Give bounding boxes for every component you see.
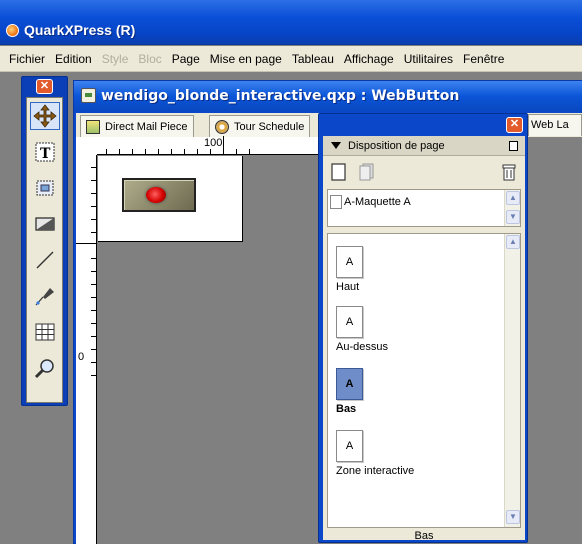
- menu-utilitaires[interactable]: Utilitaires: [399, 52, 458, 66]
- rectangle-box-tool[interactable]: [30, 210, 60, 238]
- current-page-status: Bas: [414, 530, 434, 542]
- page-label: Bas: [336, 403, 357, 415]
- tab-direct-mail-piece[interactable]: Direct Mail Piece: [80, 115, 194, 137]
- ruler-label-100: 100: [204, 137, 223, 149]
- page-sheet[interactable]: [98, 156, 243, 242]
- master-pages-list: A-Maquette A ▲ ▼: [327, 189, 521, 227]
- master-page-item[interactable]: A-Maquette A: [330, 195, 411, 209]
- page-layout-icon: [86, 119, 100, 134]
- tool-palette-body: T: [26, 97, 63, 403]
- palette-body: Disposition de page A-Maquette A ▲ ▼ A H…: [323, 136, 525, 542]
- close-icon[interactable]: ✕: [36, 79, 53, 94]
- clock-icon: [215, 119, 229, 134]
- picture-content-tool[interactable]: [30, 174, 60, 202]
- app-title: QuarkXPress (R): [24, 22, 136, 38]
- page-thumbnail: A: [336, 368, 363, 400]
- tab-label: Web La: [531, 119, 569, 131]
- horizontal-ruler[interactable]: 100: [97, 136, 332, 155]
- tab-tour-schedule[interactable]: Tour Schedule: [209, 115, 311, 137]
- app-window: QuarkXPress (R) Fichier Edition Style Bl…: [0, 0, 582, 544]
- page-item-au-dessus[interactable]: A Au-dessus: [336, 306, 388, 353]
- menu-fichier[interactable]: Fichier: [4, 52, 50, 66]
- tab-label: Tour Schedule: [234, 120, 305, 133]
- rectangle-icon: [35, 217, 55, 231]
- scroll-down-icon[interactable]: ▼: [506, 510, 520, 524]
- page-label: Haut: [336, 281, 360, 293]
- picture-icon: [36, 180, 54, 196]
- dock-icon[interactable]: [509, 141, 518, 151]
- page-thumbnail: A: [336, 246, 363, 278]
- menu-bar: Fichier Edition Style Bloc Page Mise en …: [0, 46, 582, 72]
- page-label: Au-dessus: [336, 341, 388, 353]
- move-arrows-icon: [33, 104, 57, 128]
- magnifier-icon: [34, 359, 54, 379]
- master-page-label: A-Maquette A: [344, 196, 411, 208]
- page-thumbnail: A: [336, 306, 363, 338]
- scroll-down-icon[interactable]: ▼: [506, 210, 520, 224]
- facing-pages-icon[interactable]: [357, 162, 377, 182]
- menu-fenetre[interactable]: Fenêtre: [458, 52, 509, 66]
- master-scrollbar[interactable]: ▲ ▼: [504, 190, 520, 226]
- quarkxpress-app-icon[interactable]: [6, 24, 19, 37]
- ruler-label-0: 0: [78, 351, 85, 363]
- bezier-pen-tool[interactable]: [30, 282, 60, 310]
- document-pages-list: A Haut A Au-dessus A Bas A Zone interact…: [327, 233, 521, 528]
- text-content-tool[interactable]: T: [30, 138, 60, 166]
- item-tool[interactable]: [30, 102, 60, 130]
- ruler-origin[interactable]: [76, 137, 97, 155]
- page-thumbnail: A: [336, 430, 363, 462]
- scroll-up-icon[interactable]: ▲: [506, 235, 520, 249]
- palette-toolbar: [323, 157, 525, 187]
- svg-text:T: T: [40, 146, 51, 162]
- tab-web-layout[interactable]: Web La: [528, 114, 582, 136]
- pen-icon: [35, 288, 54, 306]
- zoom-tool[interactable]: [30, 354, 60, 382]
- tab-label: Direct Mail Piece: [105, 120, 188, 133]
- menu-edition[interactable]: Edition: [50, 52, 97, 66]
- line-tool[interactable]: [30, 246, 60, 274]
- scroll-up-icon[interactable]: ▲: [506, 191, 520, 205]
- page-label: Zone interactive: [336, 465, 415, 477]
- text-icon: T: [35, 142, 55, 162]
- page-item-haut[interactable]: A Haut: [336, 246, 363, 293]
- pages-scrollbar[interactable]: ▲ ▼: [504, 234, 520, 527]
- palette-title: Disposition de page: [348, 139, 445, 152]
- menu-affichage[interactable]: Affichage: [339, 52, 399, 66]
- document-title-bar[interactable]: wendigo_blonde_interactive.qxp : WebButt…: [74, 81, 582, 111]
- tool-palette: ✕ T: [21, 76, 68, 406]
- menu-mise-en-page[interactable]: Mise en page: [205, 52, 287, 66]
- vertical-ruler[interactable]: 0: [76, 155, 97, 544]
- menu-page[interactable]: Page: [167, 52, 205, 66]
- menu-tableau[interactable]: Tableau: [287, 52, 339, 66]
- page-layout-palette: ✕ Disposition de page A-Maquette A ▲ ▼ A…: [318, 113, 528, 543]
- red-button-dot: [146, 187, 166, 203]
- line-icon: [36, 251, 54, 269]
- app-title-bar[interactable]: QuarkXPress (R): [0, 0, 582, 45]
- collapse-triangle-icon[interactable]: [331, 142, 341, 149]
- document-icon: [81, 88, 96, 103]
- close-icon[interactable]: ✕: [506, 117, 523, 133]
- master-page-thumbnail: [330, 195, 342, 209]
- menu-bloc: Bloc: [138, 51, 162, 66]
- page-item-bas[interactable]: A Bas: [336, 368, 363, 415]
- single-page-icon[interactable]: [329, 162, 349, 182]
- document-title: wendigo_blonde_interactive.qxp : WebButt…: [101, 88, 460, 104]
- page-item-zone-interactive[interactable]: A Zone interactive: [336, 430, 414, 477]
- table-icon: [35, 323, 55, 341]
- palette-header[interactable]: Disposition de page: [323, 136, 525, 156]
- web-button-item[interactable]: [122, 178, 196, 212]
- table-tool[interactable]: [30, 318, 60, 346]
- trash-icon[interactable]: [499, 162, 519, 182]
- menu-style: Style: [101, 51, 129, 66]
